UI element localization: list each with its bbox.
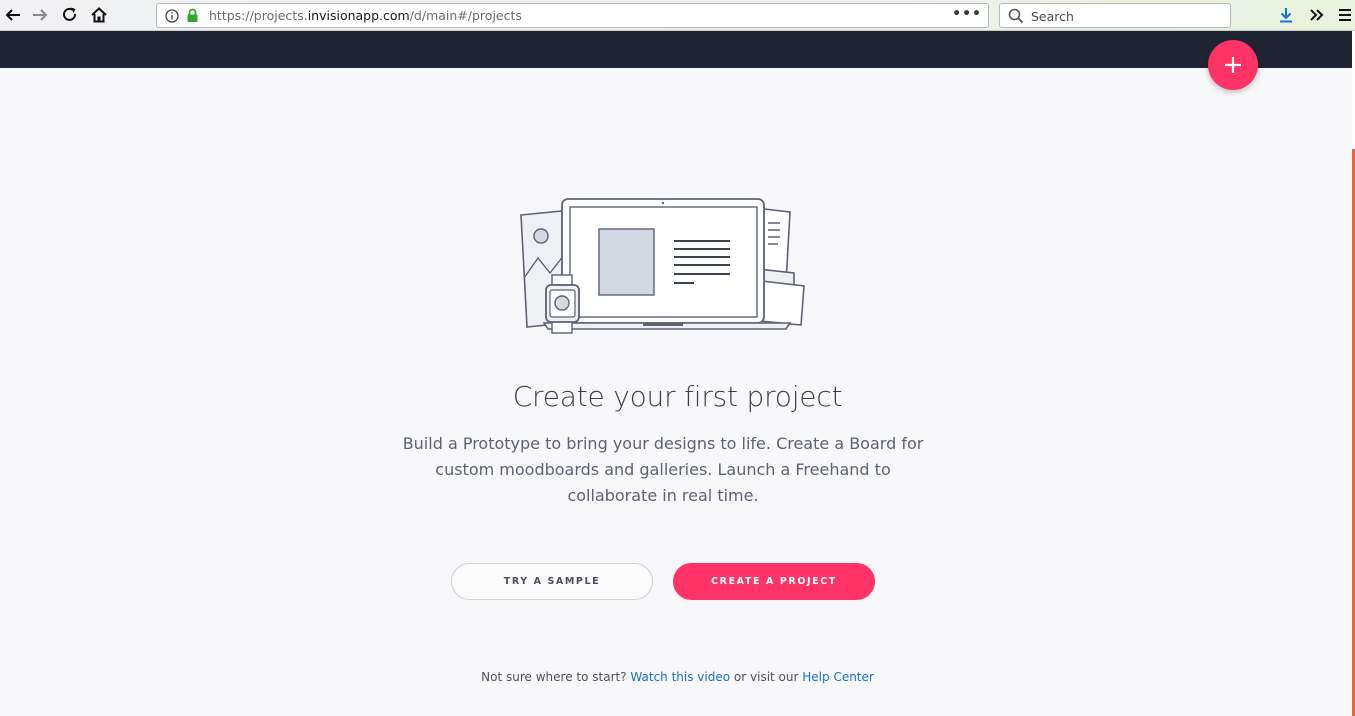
download-icon xyxy=(1280,8,1292,23)
info-icon[interactable] xyxy=(165,9,179,23)
devices-illustration-icon xyxy=(520,198,805,334)
back-button[interactable] xyxy=(2,4,24,26)
help-line: Not sure where to start? Watch this vide… xyxy=(0,670,1355,684)
lock-icon[interactable] xyxy=(186,8,199,23)
overflow-toolbar-button[interactable] xyxy=(1306,4,1328,26)
help-center-link[interactable]: Help Center xyxy=(802,670,874,684)
plus-icon xyxy=(1225,57,1241,73)
help-middle-text: or visit our xyxy=(733,670,799,684)
empty-state-description: Build a Prototype to bring your designs … xyxy=(402,434,924,505)
search-icon xyxy=(1008,8,1024,24)
search-input[interactable] xyxy=(1031,9,1221,24)
url-text: https://projects.invisionapp.com/d/main#… xyxy=(209,8,522,23)
try-sample-button[interactable]: TRY A SAMPLE xyxy=(451,563,653,600)
help-prefix-text: Not sure where to start? xyxy=(481,670,627,684)
reload-icon xyxy=(63,7,76,21)
watch-video-link[interactable]: Watch this video xyxy=(630,670,730,684)
page-actions-button[interactable]: ••• xyxy=(952,6,982,22)
create-project-button[interactable]: CREATE A PROJECT xyxy=(673,563,875,600)
browser-search-box[interactable] xyxy=(999,3,1231,28)
laptop-icon xyxy=(542,198,792,330)
downloads-button[interactable] xyxy=(1275,4,1297,26)
arrow-right-icon xyxy=(33,9,48,21)
hamburger-icon xyxy=(1339,9,1351,21)
document-stack-icon xyxy=(757,208,805,326)
home-button[interactable] xyxy=(88,4,110,26)
double-chevron-right-icon xyxy=(1310,9,1324,21)
page-title: Create your first project xyxy=(512,380,843,413)
new-project-fab[interactable] xyxy=(1208,40,1258,90)
app-header xyxy=(0,31,1352,68)
menu-button[interactable] xyxy=(1334,4,1355,26)
home-icon xyxy=(91,7,107,23)
browser-toolbar: https://projects.invisionapp.com/d/main#… xyxy=(0,0,1355,31)
arrow-left-icon xyxy=(5,9,20,21)
address-bar[interactable]: https://projects.invisionapp.com/d/main#… xyxy=(156,3,989,28)
forward-button[interactable] xyxy=(29,4,51,26)
reload-button[interactable] xyxy=(59,4,81,26)
